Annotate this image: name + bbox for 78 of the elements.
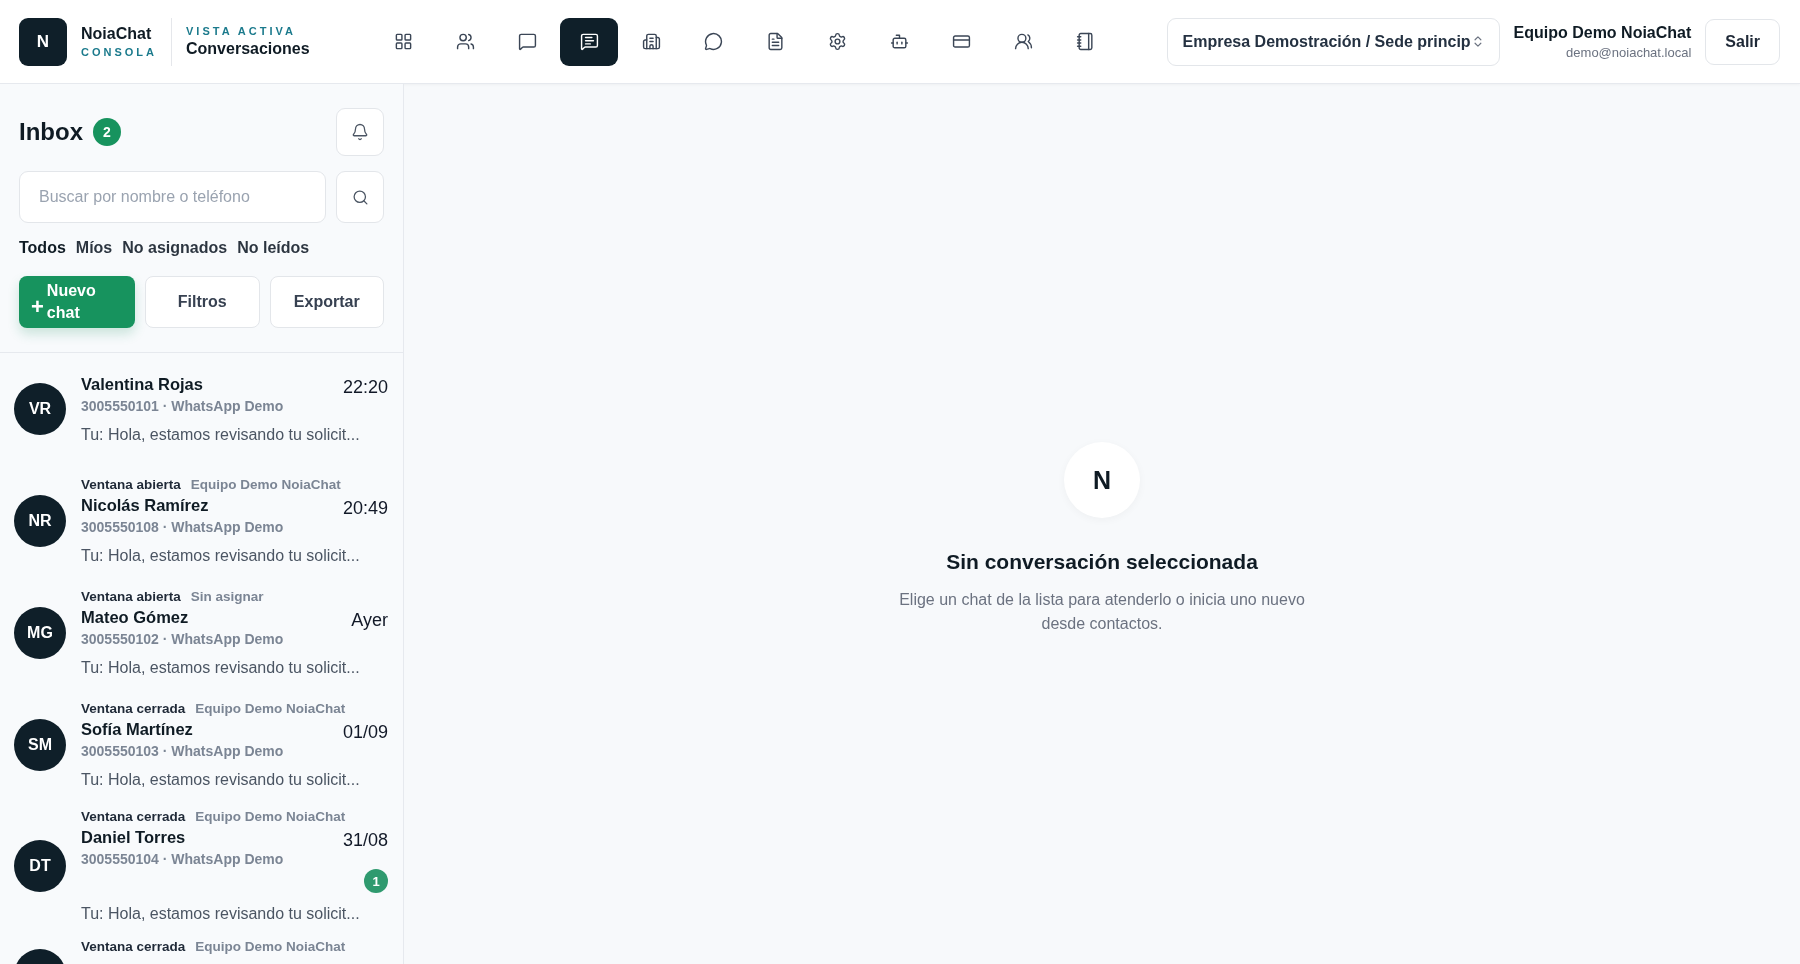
avatar: DT [14, 840, 66, 892]
window-status: Ventana abierta [81, 477, 181, 492]
avatar: MG [14, 607, 66, 659]
window-status: Ventana cerrada [81, 939, 186, 954]
unread-badge: 1 [364, 869, 388, 893]
robot-icon [889, 32, 909, 51]
view-label: VISTA ACTIVA [186, 25, 297, 37]
logo: N [1064, 442, 1140, 518]
filter-tab[interactable]: No asignados [122, 239, 228, 259]
brand-name: NoiaChat [81, 25, 153, 43]
avatar: NR [14, 495, 66, 547]
grid-icon [393, 32, 413, 51]
nav-button[interactable] [560, 17, 618, 66]
assignee: Equipo Demo NoiaChat [195, 701, 346, 716]
filter-tab[interactable]: Todos [19, 239, 66, 259]
company-select[interactable]: Empresa Demostración / Sede princip [1166, 17, 1500, 66]
contact-name: Daniel Torres [81, 828, 186, 847]
bell-icon [351, 123, 369, 141]
time: 31/08 [342, 830, 388, 851]
assignee: Sin asignar [190, 589, 264, 604]
user-name: Equipo Demo NoiaChat [1513, 23, 1692, 42]
users-icon [1013, 32, 1033, 51]
assignee: Equipo Demo NoiaChat [195, 939, 346, 954]
conversation-item[interactable]: NR Ventana abierta Equipo Demo NoiaChat Nicolás Ramírez 20:49 3005550108 · WhatsApp Demo Tu: Hola, estamos revisando tu solicit... [0, 467, 403, 579]
time: 22:20 [342, 376, 388, 398]
time: 01/09 [342, 722, 388, 743]
logo: N [19, 17, 67, 66]
contact-name: Valentina Rojas [81, 374, 203, 394]
empty-text: Elige un chat de la lista para atenderlo o inicia uno nuevo desde contactos. [898, 590, 1306, 634]
window-status: Ventana cerrada [81, 809, 186, 824]
conversation-item[interactable]: SM Ventana cerrada Equipo Demo NoiaChat Sofía Martínez 01/09 3005550103 · WhatsApp Demo Tu: Hola, estamos revisando tu solicit... [0, 691, 403, 803]
users-icon [455, 32, 475, 51]
settings-icon [827, 32, 847, 51]
action-button[interactable]: Exportar [269, 276, 384, 328]
assignee: Equipo Demo NoiaChat [190, 477, 341, 492]
action-button[interactable]: Filtros [145, 276, 260, 328]
message-preview: Tu: Hola, estamos revisando tu solicit... [81, 425, 361, 444]
count-badge: 2 [93, 118, 121, 146]
avatar: VR [14, 383, 66, 435]
contact-phone: 3005550108 · WhatsApp Demo [81, 519, 284, 535]
search-icon [351, 188, 369, 206]
chat-bubble-icon [517, 32, 537, 51]
filter-tab[interactable]: Míos [75, 239, 113, 259]
message-preview: Tu: Hola, estamos revisando tu solicit... [81, 905, 361, 923]
view-title: Conversaciones [186, 40, 311, 58]
avatar: SM [14, 719, 66, 771]
contact-phone: 3005550101 · WhatsApp Demo [81, 397, 284, 414]
user-email: demo@noiachat.local [1566, 44, 1692, 60]
notifications-button[interactable] [336, 108, 384, 156]
contact-phone: 3005550104 · WhatsApp Demo [81, 851, 284, 867]
contact-name: Sofía Martínez [81, 720, 193, 739]
contact-phone: 3005550103 · WhatsApp Demo [81, 743, 284, 759]
notebook-icon [1075, 32, 1095, 51]
conversation-item[interactable]: Ventana cerrada Equipo Demo NoiaChat [0, 933, 403, 964]
time: 20:49 [342, 498, 388, 519]
contact-name: Mateo Gómez [81, 608, 189, 627]
window-status: Ventana cerrada [81, 701, 186, 716]
brand-subtitle: CONSOLA [81, 46, 157, 58]
logout-button[interactable]: Salir [1705, 18, 1780, 65]
window-status: Ventana abierta [81, 589, 181, 604]
inbox-title: Inbox [19, 118, 83, 146]
document-icon [765, 32, 785, 51]
conversation-item[interactable]: DT Ventana cerrada Equipo Demo NoiaChat Daniel Torres 31/08 3005550104 · WhatsApp Demo 1 Tu: Hola, estamos revisando tu solicit... [0, 803, 403, 933]
conversation-item[interactable]: VR Valentina Rojas 22:20 3005550101 · WhatsApp Demo Tu: Hola, estamos revisando tu solicit... [0, 355, 403, 467]
time: Ayer [351, 610, 388, 631]
assignee: Equipo Demo NoiaChat [195, 809, 346, 824]
filter-tab[interactable]: No leídos [237, 239, 310, 259]
message-preview: Tu: Hola, estamos revisando tu solicit... [81, 659, 361, 677]
chat-text-icon [579, 32, 599, 51]
empty-title: Sin conversación seleccionada [946, 550, 1258, 574]
message-preview: Tu: Hola, estamos revisando tu solicit... [81, 771, 361, 789]
contact-phone: 3005550102 · WhatsApp Demo [81, 631, 284, 647]
contact-name: Nicolás Ramírez [81, 496, 209, 515]
conversation-item[interactable]: MG Ventana abierta Sin asignar Mateo Gómez Ayer 3005550102 · WhatsApp Demo Tu: Hola, estamos revisando tu solicit... [0, 579, 403, 691]
building-icon [641, 32, 661, 51]
card-icon [951, 32, 971, 51]
message-preview: Tu: Hola, estamos revisando tu solicit... [81, 547, 361, 565]
search-field[interactable]: Buscar por nombre o teléfono [19, 171, 326, 223]
